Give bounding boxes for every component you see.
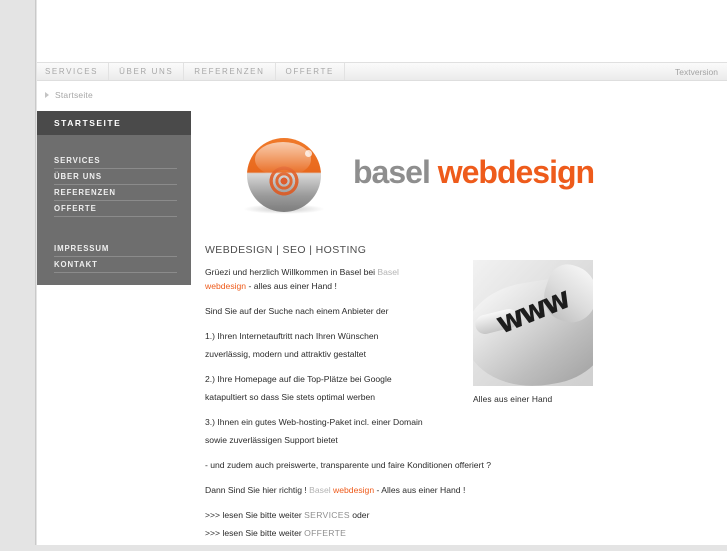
sidebar: STARTSEITE SERVICES ÜBER UNS REFERENZEN … (37, 111, 191, 285)
sidebar-item-ueber-uns[interactable]: ÜBER UNS (54, 169, 177, 185)
readmore-offerte: >>> lesen Sie bitte weiter OFFERTE (205, 526, 705, 540)
point-2-line-1: 2.) Ihre Homepage auf die Top-Plätze bei… (205, 374, 392, 384)
cta-text-a: Dann Sind Sie hier richtig ! (205, 485, 310, 495)
intro-text-a: Grüezi und herzlich Willkommen in Basel … (205, 267, 378, 277)
topnav-item-ueber-uns[interactable]: ÜBER UNS (109, 63, 185, 80)
readmore-offerte-link[interactable]: OFFERTE (304, 528, 346, 538)
content-column: SERVICES ÜBER UNS REFERENZEN OFFERTE Tex… (37, 0, 727, 545)
sidebar-item-kontakt[interactable]: KONTAKT (54, 257, 177, 273)
readmore-services-prefix: >>> lesen Sie bitte weiter (205, 510, 305, 520)
logo-word-webdesign: webdesign (437, 154, 595, 190)
point-2-line-2: katapultiert so dass Sie stets optimal w… (205, 392, 376, 402)
sphere-gloss (255, 142, 311, 176)
readmore-services: >>> lesen Sie bitte weiter SERVICES oder (205, 508, 705, 522)
sidebar-item-impressum[interactable]: IMPRESSUM (54, 241, 177, 257)
point-3-line-1: 3.) Ihnen ein gutes Web-hosting-Paket in… (205, 417, 423, 427)
page-title: WEBDESIGN | SEO | HOSTING (205, 244, 367, 256)
sidebar-item-referenzen[interactable]: REFERENZEN (54, 185, 177, 201)
sidebar-item-services[interactable]: SERVICES (54, 153, 177, 169)
article-body: WEBDESIGN | SEO | HOSTING Grüezi und her… (205, 244, 705, 551)
top-navigation-bar: SERVICES ÜBER UNS REFERENZEN OFFERTE Tex… (37, 62, 727, 81)
topnav-item-referenzen[interactable]: REFERENZEN (184, 63, 276, 80)
topnav-spacer (345, 63, 675, 80)
topnav-item-services[interactable]: SERVICES (37, 63, 110, 80)
left-gutter (0, 0, 36, 545)
sphere-highlight-dot (305, 150, 312, 157)
page-root: SERVICES ÜBER UNS REFERENZEN OFFERTE Tex… (0, 0, 727, 545)
cta-brand-orange: webdesign (333, 485, 375, 495)
sidebar-title: STARTSEITE (37, 111, 191, 135)
readmore-services-link[interactable]: SERVICES (304, 510, 350, 520)
question-paragraph: Sind Sie auf der Suche nach einem Anbiet… (205, 306, 389, 316)
readmore-services-suffix: oder (349, 510, 370, 520)
logo-word-basel: basel (353, 154, 431, 190)
site-logo[interactable]: basel webdesign (205, 130, 625, 222)
cta-text-b: - Alles aus einer Hand ! (374, 485, 466, 495)
figure-block: www Alles aus einer Hand (473, 260, 593, 404)
breadcrumb: Startseite (37, 88, 727, 102)
sidebar-menu: SERVICES ÜBER UNS REFERENZEN OFFERTE IMP… (37, 135, 191, 273)
intro-paragraph: Grüezi und herzlich Willkommen in Basel … (205, 265, 437, 293)
sphere-body (247, 138, 321, 212)
point-1-line-2: zuverlässig, modern und attraktiv gestal… (205, 349, 366, 359)
intro-text-b: - alles aus einer Hand ! (246, 281, 337, 291)
point-1-line-1: 1.) Ihren Internetauftritt nach Ihren Wü… (205, 331, 379, 341)
closing-question-paragraph: - und zudem auch preiswerte, transparent… (205, 460, 491, 470)
cta-paragraph: Dann Sind Sie hier richtig ! Basel webde… (205, 483, 705, 497)
point-3-line-2: sowie zuverlässigen Support bietet (205, 435, 338, 445)
readmore-offerte-prefix: >>> lesen Sie bitte weiter (205, 528, 305, 538)
logo-wordmark: basel webdesign (353, 154, 595, 190)
topnav-item-offerte[interactable]: OFFERTE (276, 63, 345, 80)
sidebar-item-offerte[interactable]: OFFERTE (54, 201, 177, 217)
figure-caption: Alles aus einer Hand (473, 394, 553, 404)
sphere-logo-icon (243, 138, 325, 214)
chevron-right-icon (45, 92, 49, 98)
intro-brand-orange: webdesign (205, 281, 247, 291)
breadcrumb-item-startseite[interactable]: Startseite (55, 90, 93, 100)
hand-www-photo: www (473, 260, 593, 386)
intro-brand-gray: Basel (377, 267, 399, 277)
sidebar-divider (54, 217, 177, 241)
cta-brand-gray: Basel (309, 485, 331, 495)
sphere-shadow (243, 204, 325, 214)
textversion-link[interactable]: Textversion (675, 67, 727, 77)
